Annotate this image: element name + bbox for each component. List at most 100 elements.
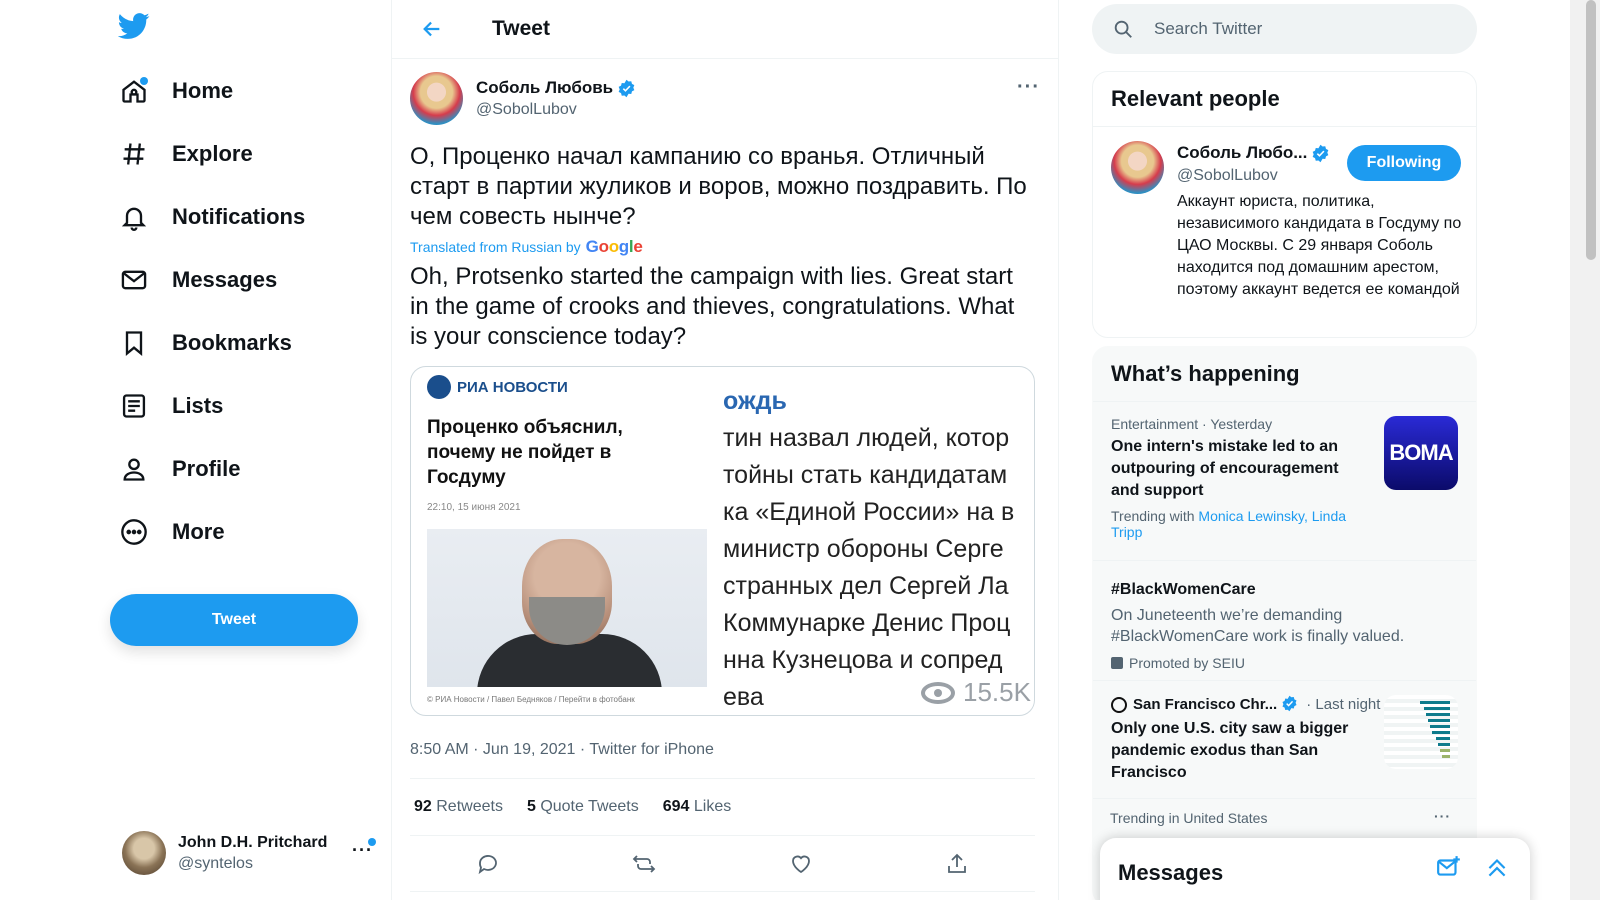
scrollbar[interactable]	[1570, 0, 1600, 900]
search-input[interactable]: Search Twitter	[1154, 19, 1262, 39]
main-column: Tweet Соболь Любовь @SobolLubov ··· О, П…	[392, 0, 1059, 900]
article-line: тойны стать кандидатам	[723, 461, 1008, 489]
more-dots-icon[interactable]: ···	[1434, 808, 1451, 824]
avatar[interactable]	[410, 72, 463, 125]
search-icon	[1112, 18, 1134, 40]
share-icon[interactable]	[943, 850, 971, 878]
author-name-row[interactable]: Соболь Любовь	[476, 78, 636, 98]
trend-item-partial[interactable]: Trending in United States ···	[1092, 808, 1477, 826]
sf-chronicle-logo-icon	[1111, 696, 1127, 713]
news-source: San Francisco Chr...	[1133, 696, 1278, 713]
nav-label: Profile	[172, 456, 241, 481]
google-logo: Google	[585, 237, 643, 256]
promoted-icon	[1111, 657, 1123, 669]
media-credit: © РИА Новости / Павел Бедняков / Перейти…	[427, 695, 635, 704]
tweet-text: О, Проценко начал кампанию со вранья. От…	[410, 143, 1027, 230]
tweet-header: Соболь Любовь @SobolLubov ···	[410, 72, 1040, 125]
account-handle: @syntelos	[178, 854, 253, 872]
ria-logo-text: РИА НОВОСТИ	[457, 378, 568, 396]
translated-label-row[interactable]: Translated from Russian by Google	[410, 237, 643, 257]
back-arrow-icon[interactable]	[414, 11, 450, 47]
tweet-source[interactable]: Twitter for iPhone	[589, 741, 714, 758]
nav-item-bookmarks[interactable]: Bookmarks	[118, 318, 292, 368]
nav-item-notifications[interactable]: Notifications	[118, 192, 305, 242]
quote-tweets-stat[interactable]: 5 Quote Tweets	[527, 798, 639, 816]
nav-label: Notifications	[172, 204, 306, 229]
list-icon	[118, 390, 150, 422]
nav-item-messages[interactable]: Messages	[118, 255, 277, 305]
notification-dot	[368, 838, 376, 846]
media-date: 22:10, 15 июня 2021	[427, 502, 521, 513]
nav-item-more[interactable]: More	[118, 507, 225, 557]
person-handle[interactable]: @SobolLubov	[1177, 167, 1278, 185]
more-circle-icon	[118, 516, 150, 548]
trend-item[interactable]: Entertainment · Yesterday One intern's m…	[1093, 402, 1476, 561]
quotes-count: 5	[526, 798, 536, 815]
left-sidebar: Home Explore Notifications Messages Book…	[0, 0, 392, 900]
retweets-count: 92	[414, 798, 432, 815]
page-title: Tweet	[492, 17, 550, 40]
relevant-person[interactable]: Соболь Любо... @SobolLubov Following Акк…	[1093, 127, 1476, 337]
person-photo	[427, 529, 707, 687]
nav-item-profile[interactable]: Profile	[118, 444, 240, 494]
drawer-title: Messages	[1118, 860, 1224, 885]
promo-body: On Juneteenth we’re demanding #BlackWome…	[1111, 607, 1405, 645]
tweet-translation: Oh, Protsenko started the campaign with …	[410, 263, 1015, 350]
new-message-icon[interactable]	[1436, 854, 1464, 882]
home-icon	[118, 75, 150, 107]
article-line: тин назвал людей, котор	[723, 424, 1010, 452]
app-root: Home Explore Notifications Messages Book…	[0, 0, 1600, 900]
views-value: 15.5K	[963, 677, 1031, 707]
nav-item-explore[interactable]: Explore	[118, 129, 253, 179]
tweet-time[interactable]: 8:50 AM	[410, 741, 469, 758]
avatar[interactable]	[1111, 141, 1164, 194]
verified-badge-icon	[617, 79, 636, 98]
trend-item[interactable]: San Francisco Chr... · Last night Only o…	[1093, 681, 1476, 799]
messages-drawer[interactable]: Messages	[1100, 838, 1530, 900]
bell-icon	[118, 201, 150, 233]
person-name-row[interactable]: Соболь Любо...	[1177, 143, 1330, 163]
retweets-label: Retweets	[436, 798, 503, 815]
author-name[interactable]: Соболь Любовь	[476, 78, 613, 98]
account-switcher[interactable]: John D.H. Pritchard @syntelos ···	[122, 828, 382, 878]
tweet-actions	[410, 836, 1035, 892]
unread-dot	[140, 77, 148, 85]
following-button[interactable]: Following	[1347, 145, 1461, 181]
tweet-date[interactable]: Jun 19, 2021	[483, 741, 576, 758]
likes-label: Likes	[693, 798, 732, 815]
like-heart-icon[interactable]	[787, 850, 815, 878]
trending-with-label: Trending with	[1111, 508, 1195, 524]
tweet-stats: 92 Retweets 5 Quote Tweets 694 Likes	[410, 778, 1035, 836]
views-count: 15.5K	[921, 677, 1031, 708]
author-handle[interactable]: @SobolLubov	[476, 101, 636, 119]
verified-badge-icon	[1281, 695, 1300, 714]
tweet-media-image[interactable]: РИА НОВОСТИ Проценко объяснил, почему не…	[410, 366, 1035, 716]
account-names: John D.H. Pritchard @syntelos	[178, 834, 327, 873]
nav-item-home[interactable]: Home	[118, 66, 233, 116]
promoted-trend[interactable]: #BlackWomenCare On Juneteenth we’re dema…	[1093, 561, 1476, 681]
twitter-logo-icon[interactable]	[117, 10, 154, 46]
mail-icon	[118, 264, 150, 296]
card-title: Relevant people	[1093, 72, 1476, 127]
reply-icon[interactable]	[474, 850, 502, 878]
person-name: Соболь Любо...	[1177, 143, 1308, 162]
search-box[interactable]: Search Twitter	[1092, 4, 1477, 54]
right-sidebar: Search Twitter Relevant people Соболь Лю…	[1092, 0, 1477, 900]
retweets-stat[interactable]: 92 Retweets	[414, 798, 503, 816]
nav-item-lists[interactable]: Lists	[118, 381, 223, 431]
trend-thumbnail: BOMA	[1384, 416, 1458, 490]
eye-icon	[921, 681, 955, 704]
promoted-by: Promoted by SEIU	[1111, 655, 1458, 671]
chevron-up-icon[interactable]	[1484, 854, 1512, 882]
nav-label: Explore	[172, 141, 253, 166]
hashtag-icon	[118, 138, 150, 170]
more-dots-icon[interactable]: ···	[1017, 76, 1040, 99]
trend-thumbnail	[1384, 695, 1458, 769]
retweet-icon[interactable]	[630, 850, 658, 878]
tweet-button[interactable]: Tweet	[110, 594, 358, 646]
scrollbar-thumb[interactable]	[1586, 0, 1596, 260]
likes-stat[interactable]: 694 Likes	[663, 798, 732, 816]
article-line: Коммунарке Денис Проц	[723, 609, 1011, 637]
nav-label: Home	[172, 78, 234, 103]
translated-label: Translated from Russian by	[410, 239, 581, 255]
